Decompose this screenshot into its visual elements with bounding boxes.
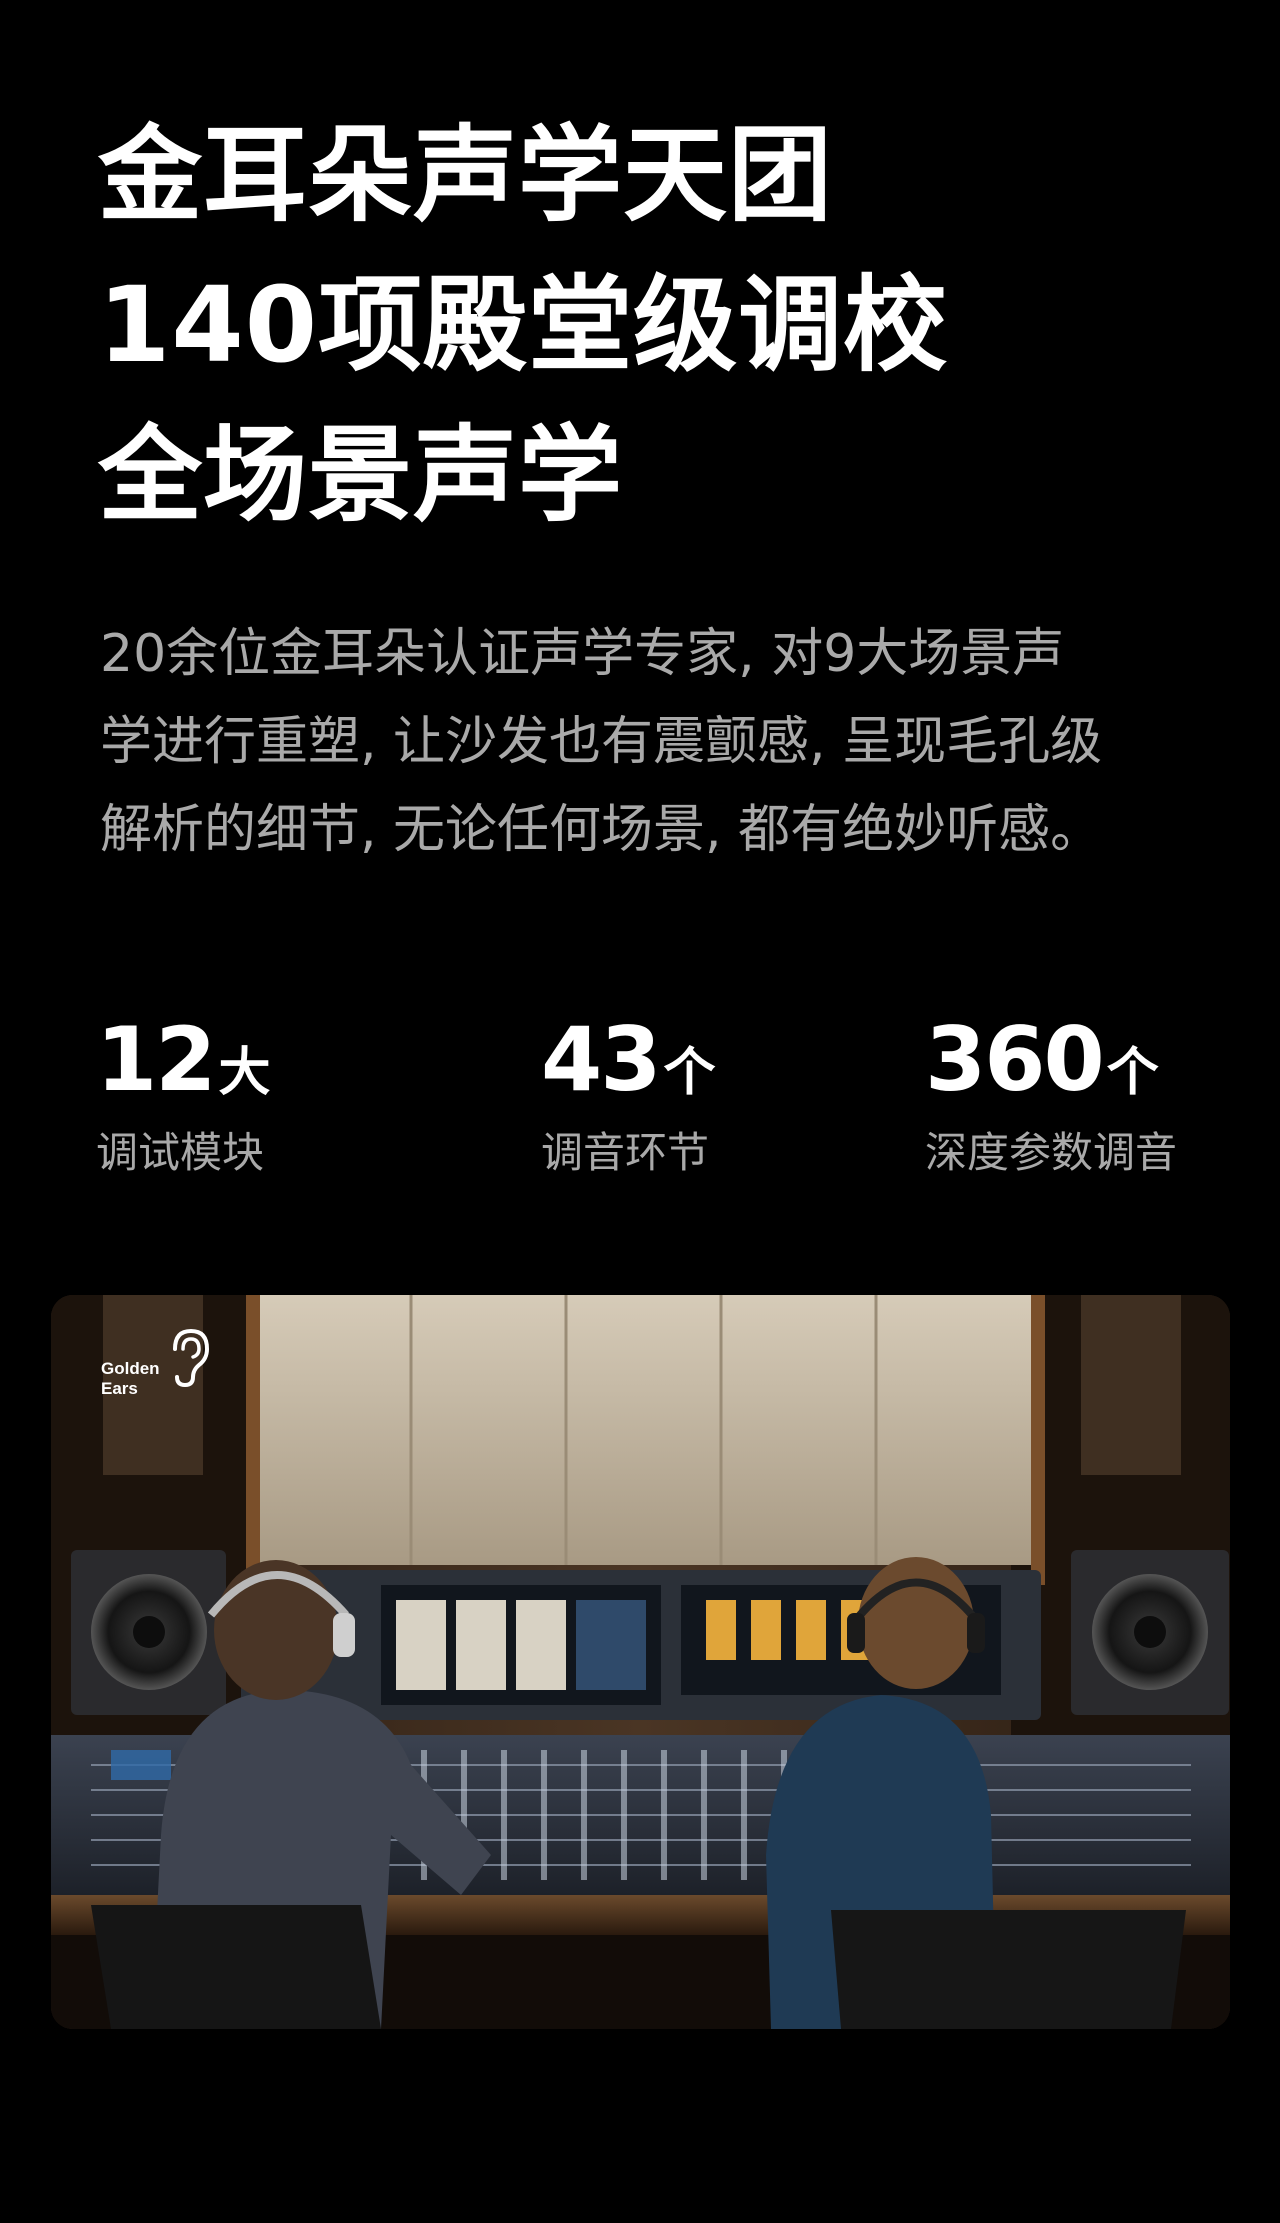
acoustic-wall: [256, 1295, 1036, 1565]
stat-unit: 大: [218, 1043, 271, 1103]
logo-text-line-1: Golden: [101, 1359, 160, 1378]
chair-left: [91, 1905, 381, 2029]
ear-icon: [173, 1328, 210, 1388]
stat-deep-parameters: 360 个 深度参数调音: [925, 1005, 1177, 1179]
hero-title: 金耳朵声学天团 140项殿堂级调校 全场景声学: [98, 100, 1198, 550]
hero-title-line-3: 全场景声学: [98, 414, 624, 536]
stat-unit: 个: [663, 1043, 716, 1103]
stat-label: 深度参数调音: [925, 1128, 1178, 1177]
hero-description-line-1: 20余位金耳朵认证声学专家, 对9大场景声: [100, 624, 1065, 684]
stat-unit: 个: [1106, 1043, 1159, 1103]
stat-number: 12: [96, 1008, 216, 1111]
stat-tuning-modules: 12 大 调试模块: [96, 1005, 270, 1179]
stat-value: 12 大: [96, 1005, 270, 1115]
golden-ears-wordmark: Golden Ears: [101, 1359, 160, 1399]
stat-tuning-steps: 43 个 调音环节: [541, 1005, 715, 1179]
stat-number: 360: [925, 1008, 1105, 1111]
stat-value: 360 个: [925, 1005, 1177, 1115]
hero-description: 20余位金耳朵认证声学专家, 对9大场景声 学进行重塑, 让沙发也有震颤感, 呈…: [100, 610, 1200, 874]
chair-right: [831, 1910, 1186, 2029]
hero-title-line-2: 140项殿堂级调校: [98, 264, 949, 386]
studio-photo: Golden Ears: [51, 1295, 1230, 2029]
hero-title-line-1: 金耳朵声学天团: [98, 114, 834, 236]
stat-number: 43: [541, 1008, 661, 1111]
stat-value: 43 个: [541, 1005, 715, 1115]
hero-description-line-3: 解析的细节, 无论任何场景, 都有绝妙听感。: [100, 800, 1103, 860]
stat-label: 调试模块: [96, 1128, 265, 1177]
stat-label: 调音环节: [541, 1128, 710, 1177]
studio-illustration: [51, 1295, 1230, 2029]
golden-ears-logo: Golden Ears: [101, 1325, 211, 1398]
logo-text-line-2: Ears: [101, 1379, 138, 1398]
right-wall-panel: [1081, 1295, 1181, 1475]
hero-description-line-2: 学进行重塑, 让沙发也有震颤感, 呈现毛孔级: [100, 712, 1103, 772]
